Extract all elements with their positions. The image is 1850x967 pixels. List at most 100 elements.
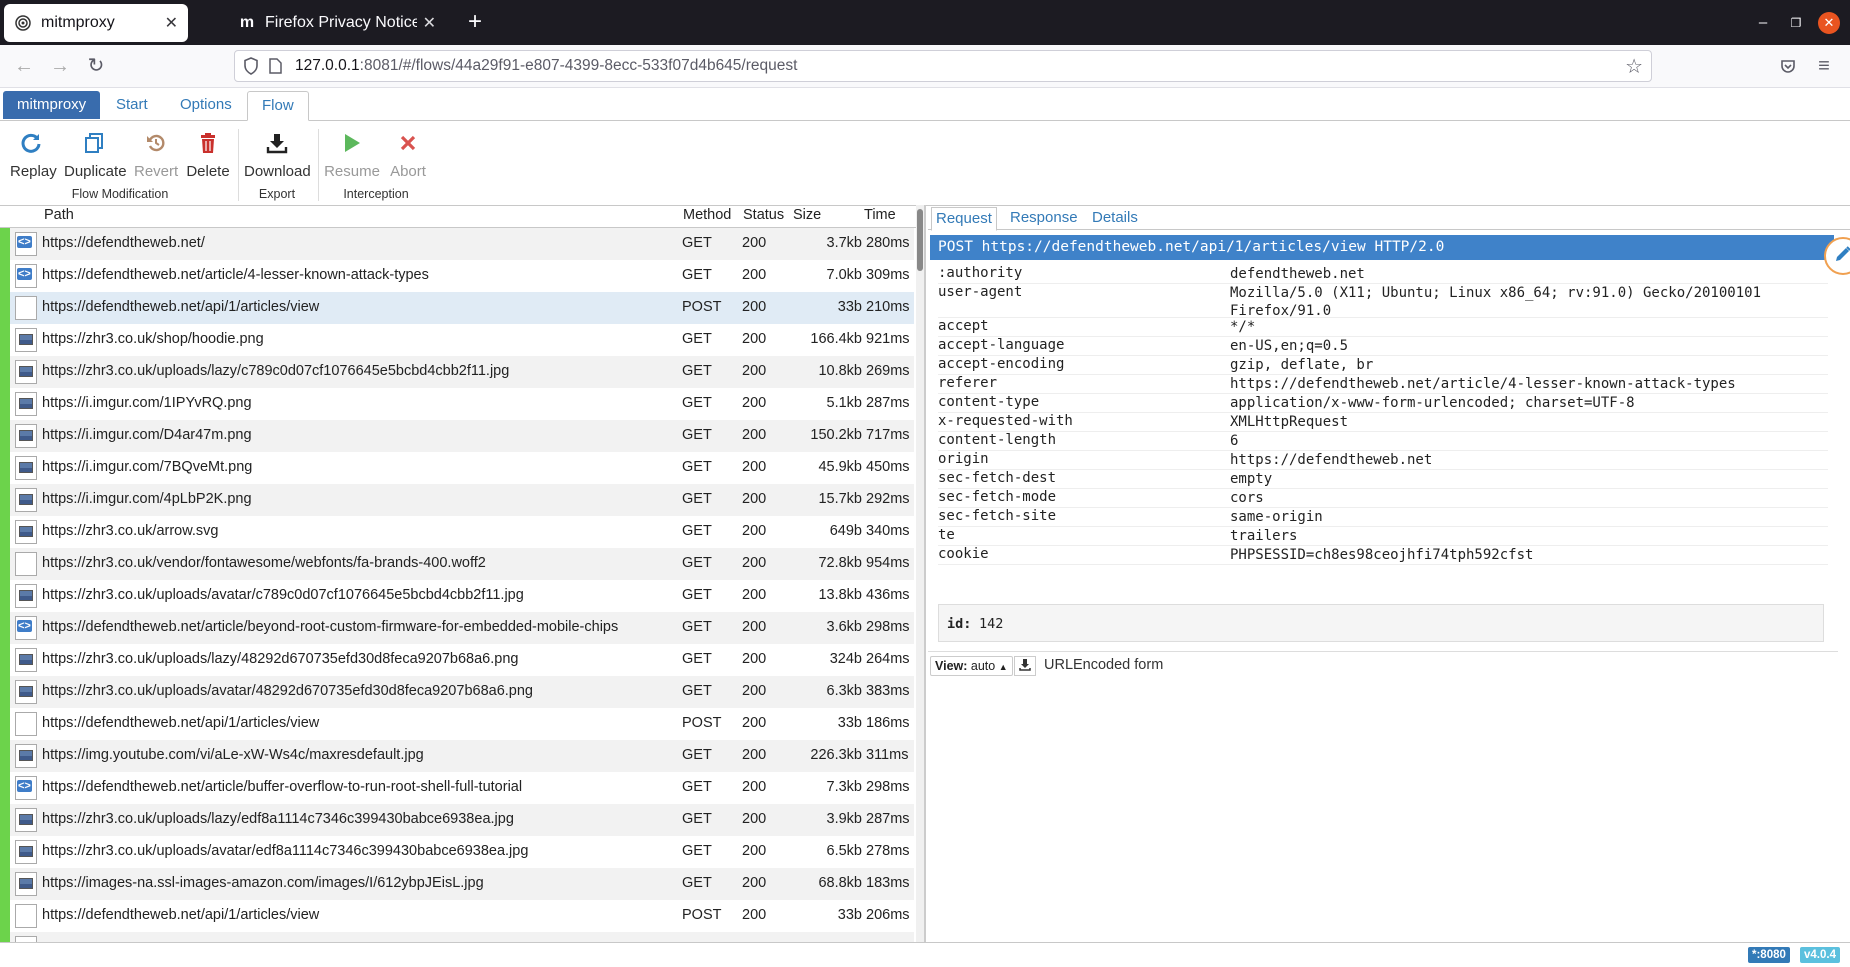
window-close-icon[interactable]: ✕ [1818, 12, 1840, 34]
table-row[interactable]: https://defendtheweb.net/article/beyond-… [0, 612, 914, 644]
header-value[interactable]: XMLHttpRequest [1230, 413, 1830, 431]
table-row[interactable]: https://zhr3.co.uk/arrow.svg GET 200 649b 34… [0, 516, 914, 548]
shield-icon[interactable] [243, 57, 259, 79]
browser-tab-mitmproxy[interactable]: mitmproxy ✕ [4, 4, 188, 42]
header-name[interactable]: content-length [938, 432, 1056, 448]
header-name[interactable]: content-type [938, 394, 1039, 410]
header-value[interactable]: */* [1230, 318, 1830, 336]
header-value[interactable]: Mozilla/5.0 (X11; Ubuntu; Linux x86_64; … [1230, 284, 1830, 320]
minimize-icon[interactable]: – [1752, 12, 1774, 34]
header-value[interactable]: PHPSESSID=ch8es98ceojhfi74tph592cfst [1230, 546, 1830, 564]
download-button[interactable]: Download [244, 129, 311, 180]
table-row[interactable]: https://zhr3.co.uk/uploads/lazy/c789c0d0… [0, 356, 914, 388]
header-name[interactable]: :authority [938, 265, 1022, 281]
table-row[interactable]: https://i.imgur.com/7BQveMt.png GET 200 45.… [0, 452, 914, 484]
table-row[interactable]: https://defendtheweb.net/api/1/articles/… [0, 292, 914, 324]
table-row[interactable]: https://defendtheweb.net/api/1/articles/… [0, 708, 914, 740]
table-row[interactable]: https://zhr3.co.uk/uploads/lazy/edf8a111… [0, 804, 914, 836]
tab-options[interactable]: Options [166, 91, 246, 119]
header-value[interactable]: application/x-www-form-urlencoded; chars… [1230, 394, 1830, 412]
scrollbar-thumb[interactable] [917, 209, 923, 271]
form-value[interactable]: 142 [979, 616, 1003, 632]
column-header-time[interactable]: Time [864, 207, 896, 223]
resume-button[interactable]: Resume [324, 129, 380, 180]
table-row[interactable]: https://zhr3.co.uk/vendor/fontawesome/we… [0, 548, 914, 580]
header-name[interactable]: te [938, 527, 955, 543]
column-header-status[interactable]: Status [743, 207, 784, 223]
tab-start[interactable]: Start [102, 91, 162, 119]
table-row[interactable]: https://defendtheweb.net/api/1/articles/… [0, 900, 914, 932]
url-bar[interactable]: 127.0.0.1:8081/#/flows/44a29f91-e807-439… [234, 50, 1652, 82]
header-value[interactable]: https://defendtheweb.net [1230, 451, 1830, 469]
table-row[interactable]: https://defendtheweb.net/GET 200 3.7kb280m… [0, 228, 914, 260]
reload-icon[interactable]: ↻ [82, 52, 110, 80]
header-value[interactable]: empty [1230, 470, 1830, 488]
revert-button[interactable]: Revert [134, 129, 178, 180]
table-row[interactable]: https://zhr3.co.uk/uploads/avatar/48292d… [0, 676, 914, 708]
table-row[interactable]: https://i.imgur.com/4pLbP2K.png GET 200 15.… [0, 484, 914, 516]
header-value[interactable]: en-US,en;q=0.5 [1230, 337, 1830, 355]
flow-table-scrollbar[interactable] [916, 205, 924, 942]
status-ok-bar [0, 900, 10, 932]
header-name[interactable]: origin [938, 451, 989, 467]
header-name[interactable]: user-agent [938, 284, 1022, 300]
replay-button[interactable]: Replay [10, 129, 57, 180]
table-row[interactable]: https://defendtheweb.net/article/buffer-… [0, 772, 914, 804]
flow-status: 200 [742, 491, 767, 507]
abort-button[interactable]: Abort [388, 129, 428, 180]
browser-tab-privacy-notice[interactable]: m Firefox Privacy Notice — ✕ [228, 4, 446, 42]
close-tab-icon[interactable]: ✕ [165, 13, 178, 33]
back-icon[interactable]: ← [10, 52, 38, 80]
table-row[interactable]: https://zhr3.co.uk/uploads/lazy/48292d67… [0, 644, 914, 676]
header-value[interactable]: gzip, deflate, br [1230, 356, 1830, 374]
table-row[interactable]: https://images-na.ssl-images-amazon.com/… [0, 868, 914, 900]
header-value[interactable]: https://defendtheweb.net/article/4-lesse… [1230, 375, 1830, 393]
header-name[interactable]: cookie [938, 546, 989, 562]
table-row[interactable]: https://i.imgur.com/1IPYvRQ.png GET 200 5.1… [0, 388, 914, 420]
header-name[interactable]: referer [938, 375, 997, 391]
tab-flow[interactable]: Flow [247, 91, 309, 121]
column-header-path[interactable]: Path [44, 207, 74, 223]
header-value[interactable]: trailers [1230, 527, 1830, 545]
header-name[interactable]: sec-fetch-site [938, 508, 1056, 524]
forward-icon[interactable]: → [46, 52, 74, 80]
header-name[interactable]: x-requested-with [938, 413, 1073, 429]
header-name[interactable]: accept-language [938, 337, 1064, 353]
table-row[interactable]: https://zhr3.co.uk/shop/hoodie.png GET 200… [0, 324, 914, 356]
table-row[interactable]: https://img.youtube.com/vi/aLe-xW-Ws4c/m… [0, 740, 914, 772]
header-name[interactable]: accept-encoding [938, 356, 1064, 372]
table-row[interactable]: https://zhr3.co.uk/uploads/avatar/edf8a1… [0, 836, 914, 868]
header-name[interactable]: sec-fetch-dest [938, 470, 1056, 486]
pocket-icon[interactable] [1774, 52, 1802, 80]
download-content-button[interactable] [1014, 656, 1036, 676]
tab-mitmproxy[interactable]: mitmproxy [3, 91, 101, 119]
table-row[interactable]: https://defendtheweb.net/article/4-lesse… [0, 260, 914, 292]
close-tab-icon[interactable]: ✕ [423, 13, 436, 33]
bookmark-star-icon[interactable]: ☆ [1625, 54, 1643, 79]
column-header-size[interactable]: Size [793, 207, 821, 223]
tab-response[interactable]: Response [1006, 207, 1082, 229]
duplicate-button[interactable]: Duplicate [64, 129, 127, 180]
tab-details[interactable]: Details [1088, 207, 1142, 229]
header-value[interactable]: defendtheweb.net [1230, 265, 1830, 283]
url-text[interactable]: 127.0.0.1:8081/#/flows/44a29f91-e807-439… [295, 57, 797, 75]
tab-request[interactable]: Request [931, 207, 997, 231]
duplicate-label: Duplicate [64, 163, 127, 180]
download-icon [1019, 658, 1031, 675]
hamburger-menu-icon[interactable]: ≡ [1810, 52, 1838, 80]
header-value[interactable]: same-origin [1230, 508, 1830, 526]
table-row-partial[interactable] [0, 932, 914, 942]
restore-icon[interactable]: ❐ [1785, 12, 1807, 34]
delete-button[interactable]: Delete [186, 129, 230, 180]
table-row[interactable]: https://i.imgur.com/D4ar47m.png GET 200 150… [0, 420, 914, 452]
page-icon[interactable] [269, 58, 282, 78]
view-mode-select[interactable]: View: auto ▲ [930, 656, 1013, 676]
column-header-method[interactable]: Method [683, 207, 731, 223]
header-name[interactable]: sec-fetch-mode [938, 489, 1056, 505]
header-value[interactable]: 6 [1230, 432, 1830, 450]
new-tab-button[interactable]: + [460, 8, 490, 38]
header-name[interactable]: accept [938, 318, 989, 334]
pane-splitter[interactable] [924, 205, 926, 942]
table-row[interactable]: https://zhr3.co.uk/uploads/avatar/c789c0… [0, 580, 914, 612]
header-value[interactable]: cors [1230, 489, 1830, 507]
